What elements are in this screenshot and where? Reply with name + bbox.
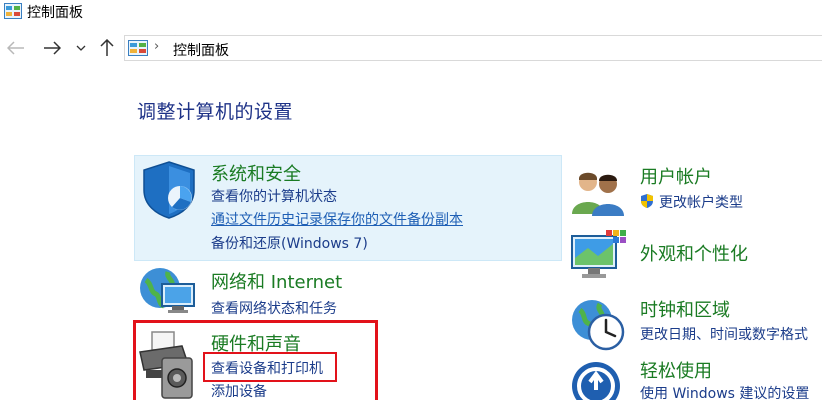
network-globe-icon bbox=[140, 268, 195, 313]
up-button[interactable] bbox=[96, 33, 118, 63]
forward-button[interactable] bbox=[40, 33, 64, 63]
link-backup-restore[interactable]: 备份和还原(Windows 7) bbox=[211, 233, 368, 253]
monitor-palette-icon bbox=[571, 230, 626, 278]
link-change-date-time-format[interactable]: 更改日期、时间或数字格式 bbox=[640, 324, 808, 344]
breadcrumb-control-panel[interactable]: 控制面板 bbox=[173, 40, 229, 60]
back-button[interactable] bbox=[4, 33, 28, 63]
control-panel-icon bbox=[128, 40, 148, 56]
title-bar: 控制面板 bbox=[0, 0, 822, 24]
navigation-bar: › 控制面板 bbox=[0, 33, 822, 63]
shield-icon bbox=[143, 161, 195, 219]
link-view-computer-status[interactable]: 查看你的计算机状态 bbox=[211, 186, 337, 206]
address-bar[interactable]: › 控制面板 bbox=[124, 35, 822, 61]
arrow-right-icon bbox=[44, 41, 61, 55]
category-title-clock-region[interactable]: 时钟和区域 bbox=[640, 296, 730, 322]
arrow-left-icon bbox=[7, 41, 24, 55]
category-title-ease-of-access[interactable]: 轻松使用 bbox=[640, 357, 712, 383]
chevron-down-icon bbox=[76, 45, 86, 51]
uac-shield-icon bbox=[641, 194, 653, 208]
annotation-box-devices-printers bbox=[203, 352, 337, 382]
category-title-network[interactable]: 网络和 Internet bbox=[211, 268, 342, 294]
clock-globe-icon bbox=[572, 300, 625, 351]
recent-locations-button[interactable] bbox=[74, 33, 88, 63]
link-windows-recommended-settings[interactable]: 使用 Windows 建议的设置 bbox=[640, 383, 809, 400]
category-title-system-security[interactable]: 系统和安全 bbox=[211, 160, 301, 186]
control-panel-icon bbox=[4, 3, 22, 19]
category-title-appearance[interactable]: 外观和个性化 bbox=[640, 240, 748, 266]
users-icon bbox=[572, 172, 624, 216]
arrow-up-icon bbox=[100, 39, 114, 56]
link-change-account-type-label: 更改帐户类型 bbox=[659, 195, 743, 211]
link-change-account-type[interactable]: 更改帐户类型 bbox=[640, 192, 743, 212]
page-title: 调整计算机的设置 bbox=[137, 101, 294, 123]
ease-of-access-icon bbox=[572, 362, 620, 400]
category-title-user-accounts[interactable]: 用户帐户 bbox=[640, 163, 712, 189]
link-network-status[interactable]: 查看网络状态和任务 bbox=[211, 298, 337, 318]
link-file-history-backup[interactable]: 通过文件历史记录保存你的文件备份副本 bbox=[211, 209, 463, 229]
window-title: 控制面板 bbox=[27, 5, 83, 21]
breadcrumb-separator: › bbox=[154, 39, 160, 54]
